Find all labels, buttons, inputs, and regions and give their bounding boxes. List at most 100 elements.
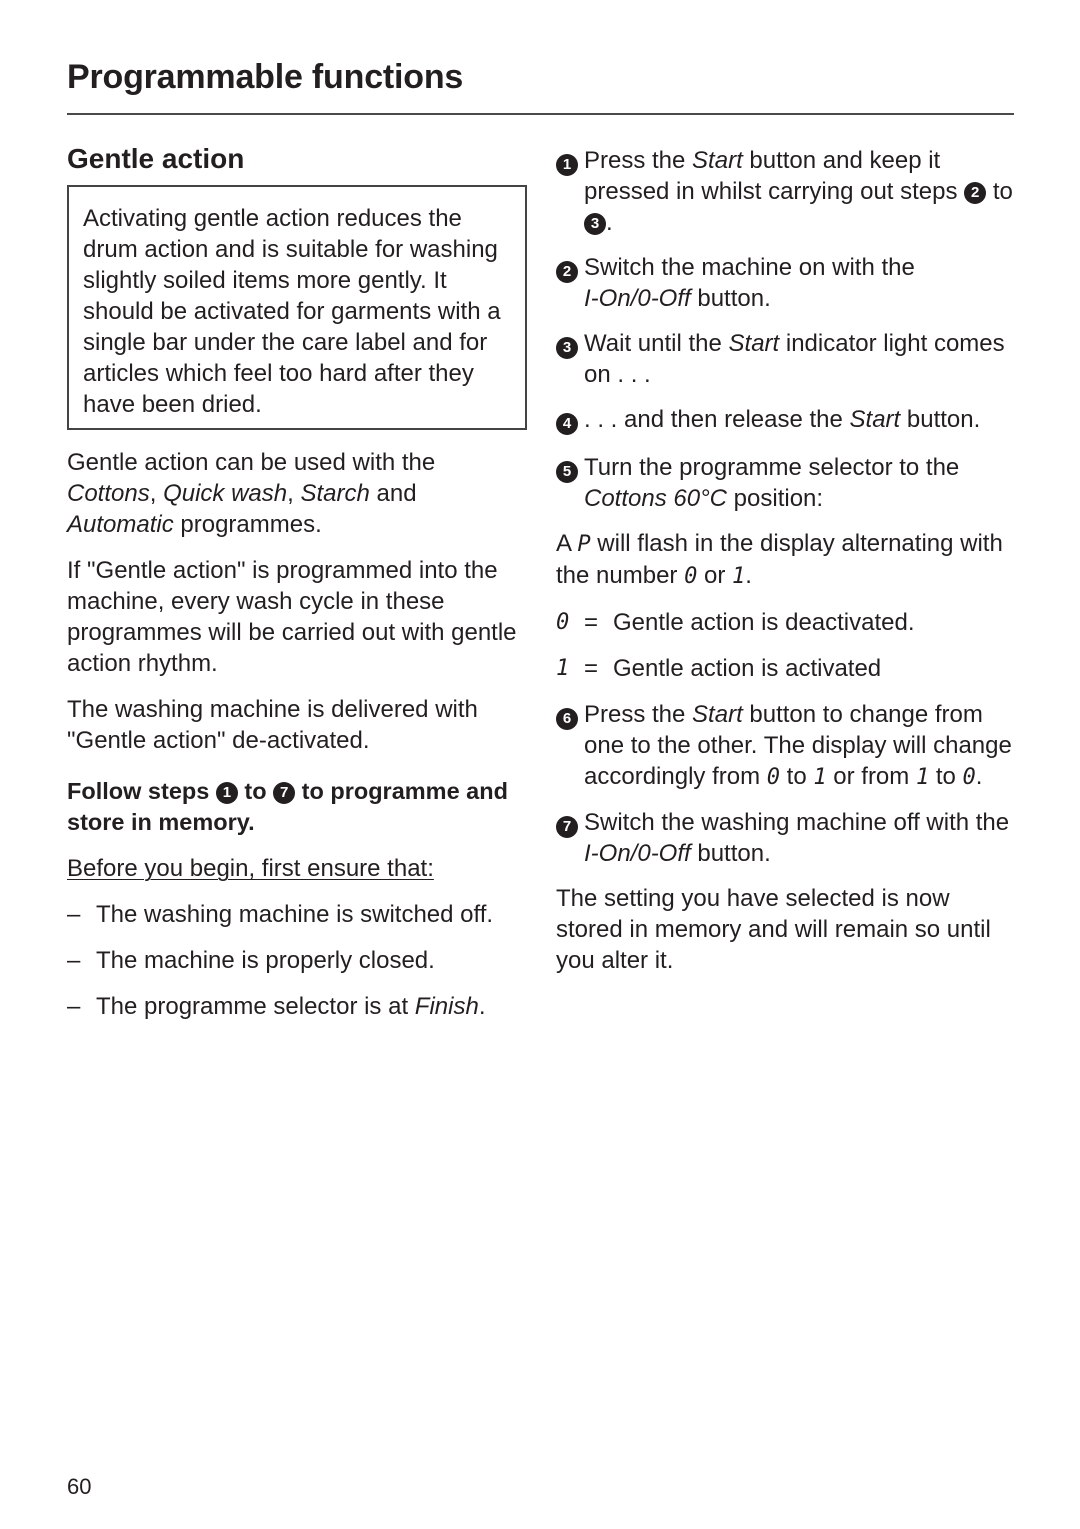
text: and xyxy=(369,480,417,507)
step-number-icon: 7 xyxy=(556,815,578,838)
checklist-text: The machine is properly closed. xyxy=(96,947,435,974)
button-name: Start xyxy=(692,147,743,174)
text: . xyxy=(606,209,613,236)
text: to xyxy=(929,763,963,790)
text: A xyxy=(556,530,578,557)
programme-name: Quick wash xyxy=(163,480,288,507)
step-number-icon: 1 xyxy=(556,153,578,176)
text: or from xyxy=(826,763,916,790)
text: will flash in the display alternating wi… xyxy=(556,530,1003,589)
programme-name: Cottons xyxy=(67,480,150,507)
step-ref-icon: 3 xyxy=(584,212,606,235)
checklist-item: – The machine is properly closed. xyxy=(67,945,527,976)
step-6: 6 Press the Start button to change from … xyxy=(556,699,1016,793)
legend-equals: = xyxy=(584,655,599,682)
text: button. xyxy=(690,840,771,867)
button-name: I-On/0-Off xyxy=(584,285,691,312)
dash-bullet: – xyxy=(67,947,81,974)
step-2: 2 Switch the machine on with the I-On/0-… xyxy=(556,252,1016,314)
text: button. xyxy=(900,406,981,433)
text: , xyxy=(149,480,164,507)
programmed-paragraph: If "Gentle action" is programmed into th… xyxy=(67,557,517,677)
step-text: Press the Start button to change from on… xyxy=(584,699,1016,793)
before-begin-label: Before you begin, first ensure that: xyxy=(67,855,434,882)
step-1-badge-icon: 1 xyxy=(215,781,238,804)
display-digit: 1 xyxy=(915,765,930,790)
text: . xyxy=(975,763,983,790)
display-p-symbol: P xyxy=(577,532,591,557)
dash-bullet: – xyxy=(67,993,81,1020)
step-number-icon: 2 xyxy=(556,260,578,283)
button-name: Start xyxy=(849,406,901,433)
step-5: 5 Turn the programme selector to the Cot… xyxy=(556,452,1016,514)
checklist-item: – The programme selector is at Finish. xyxy=(67,991,527,1022)
text: Turn the programme selector to the xyxy=(584,454,960,481)
text: programmes. xyxy=(173,511,322,538)
text: Follow steps xyxy=(67,778,216,804)
text: button. xyxy=(690,285,771,312)
text: Press the xyxy=(584,701,693,728)
delivered-paragraph: The washing machine is delivered with "G… xyxy=(67,696,478,754)
display-digit: 1 xyxy=(732,564,746,589)
text: Press the xyxy=(584,147,693,174)
text: Switch the machine on with the xyxy=(584,254,915,281)
step-number-icon: 3 xyxy=(556,336,578,359)
step-text: Press the Start button and keep it press… xyxy=(584,145,1016,238)
closing-paragraph: The setting you have selected is now sto… xyxy=(556,885,991,974)
checklist-text: The washing machine is switched off. xyxy=(96,901,494,928)
legend-equals: = xyxy=(584,609,599,636)
text: . . . and then release the xyxy=(584,406,850,433)
checklist-text: The programme selector is at Finish. xyxy=(96,991,486,1022)
display-digit: 1 xyxy=(813,765,827,790)
display-paragraph: A P will flash in the display alternatin… xyxy=(556,528,1016,592)
text: or xyxy=(697,562,733,589)
text: to xyxy=(986,178,1013,205)
info-box: Activating gentle action reduces the dru… xyxy=(67,185,527,430)
step-number-icon: 6 xyxy=(556,707,578,730)
step-1: 1 Press the Start button and keep it pre… xyxy=(556,145,1016,238)
selector-position: Finish xyxy=(414,993,479,1020)
legend-row: 0 = Gentle action is deactivated. xyxy=(556,607,1016,638)
section-heading: Gentle action xyxy=(67,143,245,174)
display-digit: 0 xyxy=(766,765,780,790)
display-digit: 0 xyxy=(962,765,976,790)
programme-name: Starch xyxy=(300,480,370,507)
step-4: 4 . . . and then release the Start butto… xyxy=(556,404,1016,438)
legend-key: 1 xyxy=(556,656,570,681)
text: , xyxy=(287,480,301,507)
text: The programme selector is at xyxy=(96,993,415,1020)
programme-name: Automatic xyxy=(67,511,174,538)
programme-name: Cottons 60°C xyxy=(584,485,728,512)
text: position: xyxy=(727,485,824,512)
step-7-badge-icon: 7 xyxy=(273,781,296,804)
display-digit: 0 xyxy=(684,564,698,589)
text: to xyxy=(779,763,814,790)
step-text: Turn the programme selector to the Cotto… xyxy=(584,452,1016,514)
step-text: Wait until the Start indicator light com… xyxy=(584,328,1016,390)
step-text: Switch the machine on with the I-On/0-Of… xyxy=(584,252,915,314)
legend-text: Gentle action is deactivated. xyxy=(613,609,915,636)
button-name: I-On/0-Off xyxy=(584,840,691,867)
text: to xyxy=(237,778,274,804)
page-number: 60 xyxy=(67,1474,92,1499)
dash-bullet: – xyxy=(67,901,81,928)
step-7: 7 Switch the washing machine off with th… xyxy=(556,807,1016,869)
step-3: 3 Wait until the Start indicator light c… xyxy=(556,328,1016,390)
step-text: Switch the washing machine off with the … xyxy=(584,807,1016,869)
follow-steps-heading: Follow steps 1 to 7 to programme and sto… xyxy=(67,776,527,838)
step-number-icon: 4 xyxy=(556,412,578,435)
legend-text: Gentle action is activated xyxy=(613,655,882,682)
text: Wait until the xyxy=(584,330,729,357)
page-title: Programmable functions xyxy=(67,58,464,96)
left-column: Gentle action Activating gentle action r… xyxy=(67,140,527,1037)
legend-row: 1 = Gentle action is activated xyxy=(556,653,1016,684)
text: . xyxy=(478,993,486,1020)
step-ref-icon: 2 xyxy=(964,181,987,204)
step-number-icon: 5 xyxy=(556,460,578,483)
right-column: 1 Press the Start button and keep it pre… xyxy=(556,145,1016,991)
text: Switch the washing machine off with the xyxy=(584,809,1010,836)
button-name: Start xyxy=(728,330,780,357)
title-divider xyxy=(67,113,1014,115)
checklist-item: – The washing machine is switched off. xyxy=(67,899,527,930)
legend-key: 0 xyxy=(556,610,570,635)
